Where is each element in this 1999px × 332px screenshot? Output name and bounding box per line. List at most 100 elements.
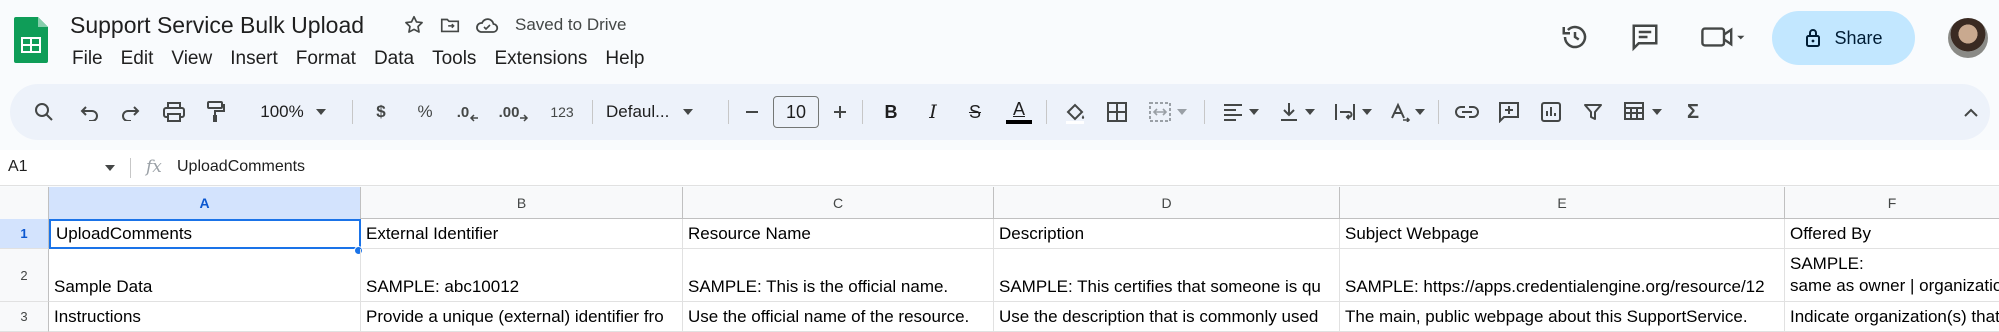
cell-f3[interactable]: Indicate organization(s) that <box>1785 302 1999 332</box>
function-icon: fx <box>146 157 162 177</box>
column-header-a[interactable]: A <box>49 187 361 219</box>
horizontal-align-icon[interactable] <box>1216 84 1266 140</box>
print-icon[interactable] <box>158 84 190 140</box>
account-avatar[interactable] <box>1948 18 1988 58</box>
paint-format-icon[interactable] <box>200 84 232 140</box>
vertical-align-icon[interactable] <box>1272 84 1322 140</box>
strikethrough-button[interactable]: S <box>960 84 990 140</box>
cell-f2-line1: SAMPLE: <box>1790 254 1864 273</box>
share-button[interactable]: Share <box>1772 11 1915 65</box>
cell-a3[interactable]: Instructions <box>49 302 361 332</box>
cell-d1[interactable]: Description <box>994 219 1340 249</box>
decrease-font-size-icon[interactable] <box>738 84 766 140</box>
menu-help[interactable]: Help <box>596 47 653 71</box>
cell-e1[interactable]: Subject Webpage <box>1340 219 1785 249</box>
column-header-e[interactable]: E <box>1340 187 1785 219</box>
row-header-2[interactable]: 2 <box>0 249 49 302</box>
menu-bar: File Edit View Insert Format Data Tools … <box>70 47 653 71</box>
version-history-icon[interactable] <box>1560 22 1590 52</box>
document-title[interactable]: Support Service Bulk Upload <box>70 12 364 39</box>
zoom-select[interactable]: 100% <box>248 84 338 140</box>
functions-button[interactable]: Σ <box>1676 84 1710 140</box>
cell-f2[interactable]: SAMPLE: same as owner | organization <box>1785 249 1999 302</box>
redo-icon[interactable] <box>114 84 146 140</box>
menu-edit[interactable]: Edit <box>112 47 163 71</box>
cell-d2[interactable]: SAMPLE: This certifies that someone is q… <box>994 249 1340 302</box>
cell-c1[interactable]: Resource Name <box>683 219 994 249</box>
filter-views-icon[interactable] <box>1618 84 1668 140</box>
saved-status: Saved to Drive <box>515 15 627 34</box>
menu-extensions[interactable]: Extensions <box>485 47 596 71</box>
row-header-3[interactable]: 3 <box>0 302 49 332</box>
menu-view[interactable]: View <box>162 47 221 71</box>
toolbar-divider <box>352 100 353 124</box>
menu-insert[interactable]: Insert <box>221 47 287 71</box>
row-header-1[interactable]: 1 <box>0 219 49 249</box>
text-color-swatch <box>1006 120 1032 124</box>
column-header-c[interactable]: C <box>683 187 994 219</box>
cell-b2[interactable]: SAMPLE: abc10012 <box>361 249 683 302</box>
column-header-d[interactable]: D <box>994 187 1340 219</box>
fill-color-icon[interactable] <box>1058 84 1092 140</box>
cell-a2[interactable]: Sample Data <box>49 249 361 302</box>
cell-f1[interactable]: Offered By <box>1785 219 1999 249</box>
comments-icon[interactable] <box>1630 22 1660 52</box>
borders-icon[interactable] <box>1100 84 1134 140</box>
bold-button[interactable]: B <box>876 84 906 140</box>
cell-e3[interactable]: The main, public webpage about this Supp… <box>1340 302 1785 332</box>
name-box[interactable]: A1 <box>8 158 28 176</box>
increase-font-size-icon[interactable] <box>826 84 854 140</box>
formula-input[interactable]: UploadComments <box>177 158 305 176</box>
menu-format[interactable]: Format <box>287 47 365 71</box>
cell-d3[interactable]: Use the description that is commonly use… <box>994 302 1340 332</box>
font-family-select[interactable]: Defaul... <box>606 84 718 140</box>
star-icon[interactable] <box>403 14 425 36</box>
sheets-logo-icon[interactable] <box>14 17 48 63</box>
select-all-corner[interactable] <box>0 187 49 219</box>
meet-video-icon[interactable] <box>1700 22 1748 52</box>
column-header-f[interactable]: F <box>1785 187 1999 219</box>
currency-format-button[interactable]: $ <box>366 84 396 140</box>
filter-icon[interactable] <box>1576 84 1610 140</box>
arrow-left-icon <box>470 114 479 122</box>
search-menus-icon[interactable] <box>28 84 60 140</box>
text-color-button[interactable]: A <box>1002 84 1036 140</box>
insert-chart-icon[interactable] <box>1534 84 1568 140</box>
increase-decimal-button[interactable]: .00 <box>494 84 534 140</box>
decrease-decimal-button[interactable]: .0 <box>450 84 486 140</box>
cell-c2[interactable]: SAMPLE: This is the official name. <box>683 249 994 302</box>
toolbar: 100% $ % .0 .00 123 Defaul... 10 B I S A <box>10 84 1990 140</box>
cell-a1[interactable]: UploadComments <box>49 219 361 249</box>
collapse-toolbar-icon[interactable] <box>1956 84 1986 140</box>
chevron-down-icon <box>1415 109 1425 115</box>
cell-b1[interactable]: External Identifier <box>361 219 683 249</box>
undo-icon[interactable] <box>74 84 106 140</box>
toolbar-divider <box>1046 100 1047 124</box>
title-actions: Saved to Drive <box>403 14 627 36</box>
move-folder-icon[interactable] <box>439 14 461 36</box>
column-header-b[interactable]: B <box>361 187 683 219</box>
more-formats-button[interactable]: 123 <box>544 84 580 140</box>
percent-format-button[interactable]: % <box>410 84 440 140</box>
decrease-decimal-label: .0 <box>456 103 470 121</box>
cloud-saved-icon[interactable] <box>475 14 499 36</box>
chevron-down-icon <box>1249 109 1259 115</box>
insert-link-icon[interactable] <box>1450 84 1484 140</box>
cell-c3[interactable]: Use the official name of the resource. <box>683 302 994 332</box>
text-rotation-icon[interactable] <box>1382 84 1432 140</box>
text-wrapping-icon[interactable] <box>1328 84 1378 140</box>
chevron-down-icon <box>1362 109 1372 115</box>
menu-tools[interactable]: Tools <box>423 47 485 71</box>
font-size-input[interactable]: 10 <box>773 96 819 128</box>
insert-comment-icon[interactable] <box>1492 84 1526 140</box>
chevron-down-icon <box>1305 109 1315 115</box>
menu-file[interactable]: File <box>70 47 112 71</box>
cell-b3[interactable]: Provide a unique (external) identifier f… <box>361 302 683 332</box>
menu-data[interactable]: Data <box>365 47 423 71</box>
chevron-down-icon <box>1652 109 1662 115</box>
merge-cells-icon[interactable] <box>1142 84 1194 140</box>
italic-button[interactable]: I <box>918 84 948 140</box>
chevron-down-icon <box>1177 109 1187 115</box>
chevron-down-icon[interactable] <box>105 165 115 171</box>
cell-e2[interactable]: SAMPLE: https://apps.credentialengine.or… <box>1340 249 1785 302</box>
